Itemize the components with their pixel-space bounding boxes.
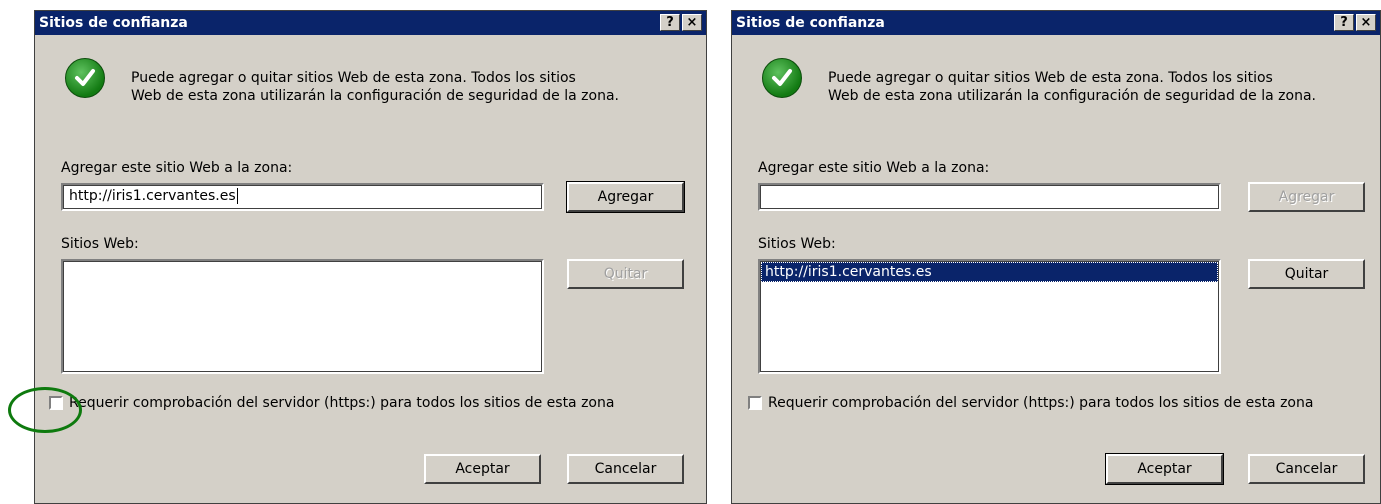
text-caret	[236, 188, 238, 204]
add-button-label: Agregar	[1278, 189, 1335, 205]
help-button[interactable]: ?	[660, 14, 680, 31]
title-bar[interactable]: Sitios de confianza ? ×	[732, 11, 1380, 35]
remove-button-label: Quitar	[1284, 266, 1329, 282]
info-line-1: Puede agregar o quitar sitios Web de est…	[131, 70, 576, 86]
info-text: Puede agregar o quitar sitios Web de est…	[131, 69, 691, 105]
green-check-icon	[762, 58, 802, 98]
sites-list[interactable]	[61, 259, 544, 374]
add-site-label: Agregar este sitio Web a la zona:	[758, 160, 990, 176]
info-line-2: Web de esta zona utilizarán la configura…	[828, 88, 1316, 104]
add-button[interactable]: Agregar	[1248, 182, 1365, 212]
https-check-row[interactable]: Requerir comprobación del servidor (http…	[748, 395, 1313, 411]
remove-button-label: Quitar	[603, 266, 648, 282]
add-site-input[interactable]	[758, 183, 1221, 211]
remove-button[interactable]: Quitar	[1248, 259, 1365, 289]
info-text: Puede agregar o quitar sitios Web de est…	[828, 69, 1368, 105]
remove-button[interactable]: Quitar	[567, 259, 684, 289]
close-button[interactable]: ×	[1356, 14, 1376, 31]
https-check-label: Requerir comprobación del servidor (http…	[69, 395, 615, 411]
sites-label: Sitios Web:	[758, 236, 836, 252]
cancel-button[interactable]: Cancelar	[567, 454, 684, 484]
dialog-trusted-sites-before: Sitios de confianza ? × Puede agregar o …	[34, 10, 707, 504]
add-button-label: Agregar	[597, 189, 654, 205]
info-line-1: Puede agregar o quitar sitios Web de est…	[828, 70, 1273, 86]
dialog-trusted-sites-after: Sitios de confianza ? × Puede agregar o …	[731, 10, 1381, 504]
close-button[interactable]: ×	[682, 14, 702, 31]
info-line-2: Web de esta zona utilizarán la configura…	[131, 88, 619, 104]
add-site-input[interactable]: http://iris1.cervantes.es	[61, 183, 544, 211]
ok-button[interactable]: Aceptar	[1105, 453, 1224, 485]
highlight-ring	[8, 387, 82, 433]
add-site-input-value: http://iris1.cervantes.es	[69, 188, 236, 204]
sites-list[interactable]: http://iris1.cervantes.es	[758, 259, 1221, 374]
ok-button-label: Aceptar	[455, 461, 510, 477]
dialog-title: Sitios de confianza	[736, 15, 885, 31]
https-check-row[interactable]: Requerir comprobación del servidor (http…	[49, 395, 614, 411]
cancel-button-label: Cancelar	[594, 461, 657, 477]
add-site-label: Agregar este sitio Web a la zona:	[61, 160, 293, 176]
https-check-label: Requerir comprobación del servidor (http…	[768, 395, 1314, 411]
green-check-icon	[65, 58, 105, 98]
list-item[interactable]: http://iris1.cervantes.es	[761, 262, 1218, 282]
ok-button[interactable]: Aceptar	[424, 454, 541, 484]
dialog-title: Sitios de confianza	[39, 15, 188, 31]
help-button[interactable]: ?	[1334, 14, 1354, 31]
cancel-button[interactable]: Cancelar	[1248, 454, 1365, 484]
cancel-button-label: Cancelar	[1275, 461, 1338, 477]
add-button[interactable]: Agregar	[566, 181, 685, 213]
ok-button-label: Aceptar	[1137, 461, 1192, 477]
sites-label: Sitios Web:	[61, 236, 139, 252]
title-bar[interactable]: Sitios de confianza ? ×	[35, 11, 706, 35]
https-checkbox[interactable]	[748, 396, 762, 410]
